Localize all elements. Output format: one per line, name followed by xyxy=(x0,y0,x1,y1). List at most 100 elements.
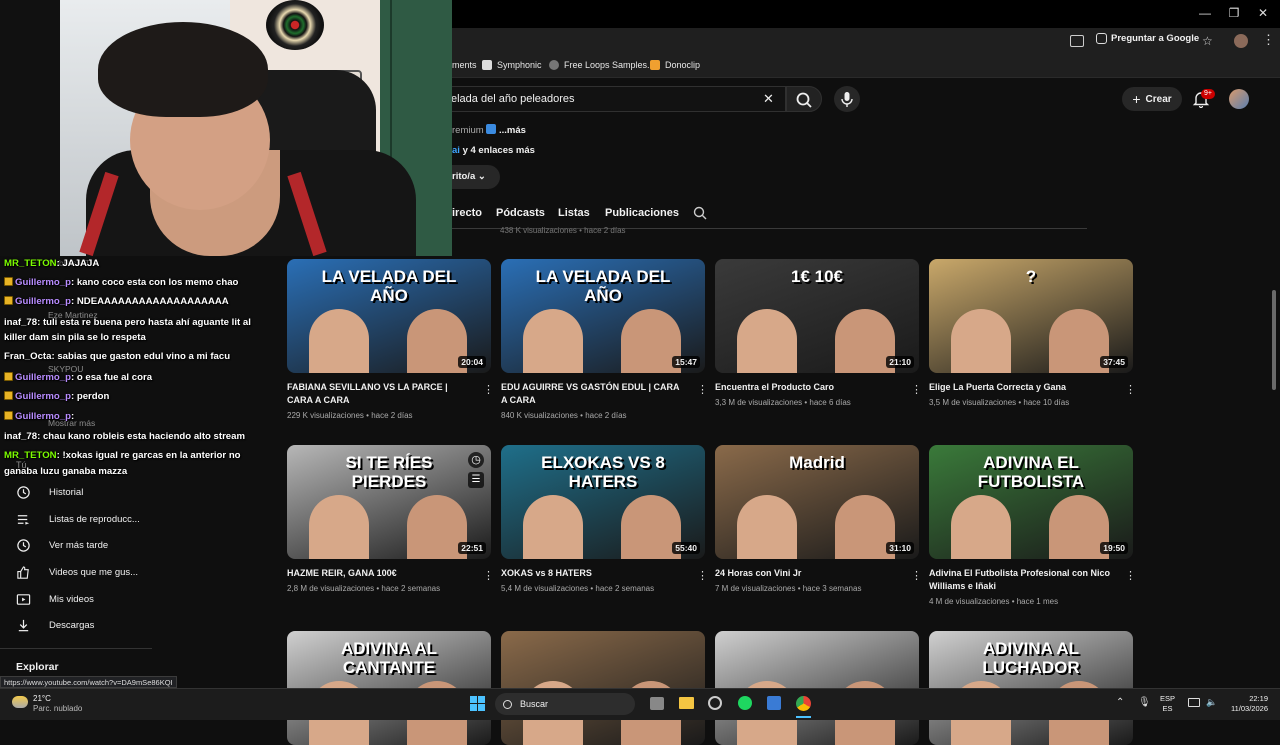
video-thumbnail[interactable]: SI TE RÍES PIERDES 22:51 xyxy=(287,445,491,559)
maximize-icon[interactable]: ❐ xyxy=(1227,6,1241,20)
app-icon[interactable] xyxy=(708,696,722,710)
language-indicator[interactable]: ESP ES xyxy=(1160,694,1175,714)
volume-icon[interactable]: 🔈 xyxy=(1206,697,1217,708)
taskbar-search[interactable]: Buscar xyxy=(495,693,635,715)
more-options-icon[interactable]: ⋮ xyxy=(1125,383,1136,396)
video-thumbnail[interactable]: LA VELADA DEL AÑO 15:47 xyxy=(501,259,705,373)
video-card[interactable]: SI TE RÍES PIERDES 22:51 HAZME REIR, GANA … xyxy=(287,445,494,593)
bookmark-item[interactable]: Symphonic xyxy=(482,60,542,70)
more-options-icon[interactable]: ⋮ xyxy=(697,383,708,396)
video-thumbnail[interactable]: ? 37:45 xyxy=(929,259,1133,373)
partial-row-meta: 438 K visualizaciones • hace 2 días xyxy=(500,226,626,235)
search-icon xyxy=(503,699,512,709)
ask-google-button[interactable]: Preguntar a Google xyxy=(1096,33,1199,44)
menu-icon[interactable]: ⋮ xyxy=(1262,32,1275,48)
thumbnail-text: LA VELADA DEL AÑO xyxy=(321,267,457,305)
sidebar-item-history[interactable]: Historial xyxy=(16,483,83,501)
video-thumbnail[interactable]: ELXOKAS VS 8 HATERS 55:40 xyxy=(501,445,705,559)
account-avatar[interactable] xyxy=(1229,89,1249,109)
voice-search-button[interactable] xyxy=(834,86,860,112)
video-title[interactable]: EDU AGUIRRE VS GASTÓN EDUL | CARA A CARA xyxy=(501,381,686,407)
sidebar-item-liked[interactable]: Videos que me gus... xyxy=(16,563,138,581)
tab-directo[interactable]: irecto xyxy=(452,207,482,219)
video-title[interactable]: Elige La Puerta Correcta y Gana xyxy=(929,381,1114,394)
close-icon[interactable]: ✕ xyxy=(1256,6,1270,20)
video-thumbnail[interactable]: LA VELADA DEL AÑO 20:04 xyxy=(287,259,491,373)
mic-icon xyxy=(841,92,853,107)
file-explorer-icon[interactable] xyxy=(679,697,694,709)
chrome-icon[interactable] xyxy=(796,696,811,711)
video-card[interactable]: LA VELADA DEL AÑO 15:47 EDU AGUIRRE VS GAS… xyxy=(501,259,708,420)
chevron-up-icon[interactable]: ⌃ xyxy=(1116,697,1124,708)
app-icon-blue[interactable] xyxy=(767,696,781,710)
video-card[interactable]: ELXOKAS VS 8 HATERS 55:40 XOKAS vs 8 HATER… xyxy=(501,445,708,593)
cast-icon[interactable] xyxy=(1070,35,1084,47)
network-icon[interactable] xyxy=(1188,698,1200,707)
channel-search-button[interactable] xyxy=(693,206,708,226)
playlist-icon xyxy=(17,514,30,525)
thumbnail-text: LA VELADA DEL AÑO xyxy=(535,267,671,305)
chat-message: Guillermo_p: xyxy=(4,411,74,423)
thumbs-up-icon xyxy=(17,565,29,579)
thumbnail-text: ? xyxy=(1025,267,1037,286)
sidebar-item-downloads[interactable]: Descargas xyxy=(16,616,94,634)
watch-later-icon[interactable]: ◷ xyxy=(468,452,484,468)
video-title[interactable]: FABIANA SEVILLANO VS LA PARCE | CARA A C… xyxy=(287,381,472,407)
play-emoji-icon xyxy=(486,124,497,134)
video-age: hace 2 días xyxy=(585,411,627,420)
more-options-icon[interactable]: ⋮ xyxy=(483,383,494,396)
tab-podcasts[interactable]: Pódcasts xyxy=(496,207,545,219)
spotify-icon[interactable] xyxy=(738,696,752,710)
create-button[interactable]: + Crear xyxy=(1122,87,1182,111)
add-to-queue-icon[interactable]: ☰ xyxy=(468,472,484,488)
thumbnail-text: 1€ 10€ xyxy=(791,267,843,286)
mic-icon[interactable]: 🎙 xyxy=(1138,697,1151,708)
video-thumbnail[interactable]: 1€ 10€ 21:10 xyxy=(715,259,919,373)
clock[interactable]: 22:19 11/03/2026 xyxy=(1224,694,1268,714)
search-button[interactable] xyxy=(786,86,822,112)
plus-icon: + xyxy=(1132,91,1141,107)
video-title[interactable]: 24 Horas con Vini Jr xyxy=(715,567,900,580)
video-card[interactable]: Madrid 31:10 24 Horas con Vini Jr 7 M de vi… xyxy=(715,445,922,593)
video-thumbnail[interactable]: Madrid 31:10 xyxy=(715,445,919,559)
bookmark-item[interactable]: ments xyxy=(452,60,477,70)
bookmark-item[interactable]: Free Loops Samples... xyxy=(549,60,655,70)
more-options-icon[interactable]: ⋮ xyxy=(697,569,708,582)
video-thumbnail[interactable]: ADIVINA EL FUTBOLISTA 19:50 xyxy=(929,445,1133,559)
video-card[interactable]: ? 37:45 Elige La Puerta Correcta y Gana 3,5… xyxy=(929,259,1136,407)
bookmark-item[interactable]: Donoclip xyxy=(650,60,700,70)
person-figure xyxy=(951,309,1011,373)
tab-listas[interactable]: Listas xyxy=(558,207,590,219)
download-icon xyxy=(18,619,29,631)
video-title[interactable]: XOKAS vs 8 HATERS xyxy=(501,567,686,580)
thumbnail-text: ADIVINA AL CANTANTE xyxy=(340,639,437,677)
video-age: hace 3 semanas xyxy=(802,584,862,593)
video-title[interactable]: HAZME REIR, GANA 100€ xyxy=(287,567,472,580)
video-card[interactable]: ADIVINA EL FUTBOLISTA 19:50 Adivina El Fut… xyxy=(929,445,1136,606)
profile-avatar[interactable] xyxy=(1234,34,1248,48)
video-meta: 229 K visualizaciones • hace 2 días xyxy=(287,411,491,420)
weather-widget[interactable]: 21°C Parc. nublado xyxy=(33,694,82,714)
scrollbar-thumb[interactable] xyxy=(1272,290,1276,390)
search-input[interactable]: elada del año peleadores xyxy=(440,86,786,112)
task-view-icon[interactable] xyxy=(650,697,664,710)
chat-username: Guillermo_p xyxy=(15,411,71,422)
video-card[interactable]: LA VELADA DEL AÑO 20:04 FABIANA SEVILLANO … xyxy=(287,259,494,420)
more-options-icon[interactable]: ⋮ xyxy=(911,383,922,396)
sidebar-item-watch-later[interactable]: Ver más tarde xyxy=(16,536,108,554)
sidebar-item-my-videos[interactable]: Mis videos xyxy=(16,590,94,608)
video-title[interactable]: Adivina El Futbolista Profesional con Ni… xyxy=(929,567,1114,593)
more-options-icon[interactable]: ⋮ xyxy=(483,569,494,582)
minimize-icon[interactable]: — xyxy=(1198,6,1212,20)
clear-search-icon[interactable]: ✕ xyxy=(763,91,774,107)
bookmark-star-icon[interactable]: ☆ xyxy=(1202,34,1213,48)
video-card[interactable]: 1€ 10€ 21:10 Encuentra el Producto Caro 3,3… xyxy=(715,259,922,407)
start-button[interactable] xyxy=(470,696,485,711)
channel-links[interactable]: ai y 4 enlaces más xyxy=(452,145,535,156)
more-options-icon[interactable]: ⋮ xyxy=(1125,569,1136,582)
video-age: hace 6 días xyxy=(809,398,851,407)
tab-publicaciones[interactable]: Publicaciones xyxy=(605,207,679,219)
more-options-icon[interactable]: ⋮ xyxy=(911,569,922,582)
video-title[interactable]: Encuentra el Producto Caro xyxy=(715,381,900,394)
sidebar-item-playlists[interactable]: Listas de reproducc... xyxy=(16,510,140,528)
